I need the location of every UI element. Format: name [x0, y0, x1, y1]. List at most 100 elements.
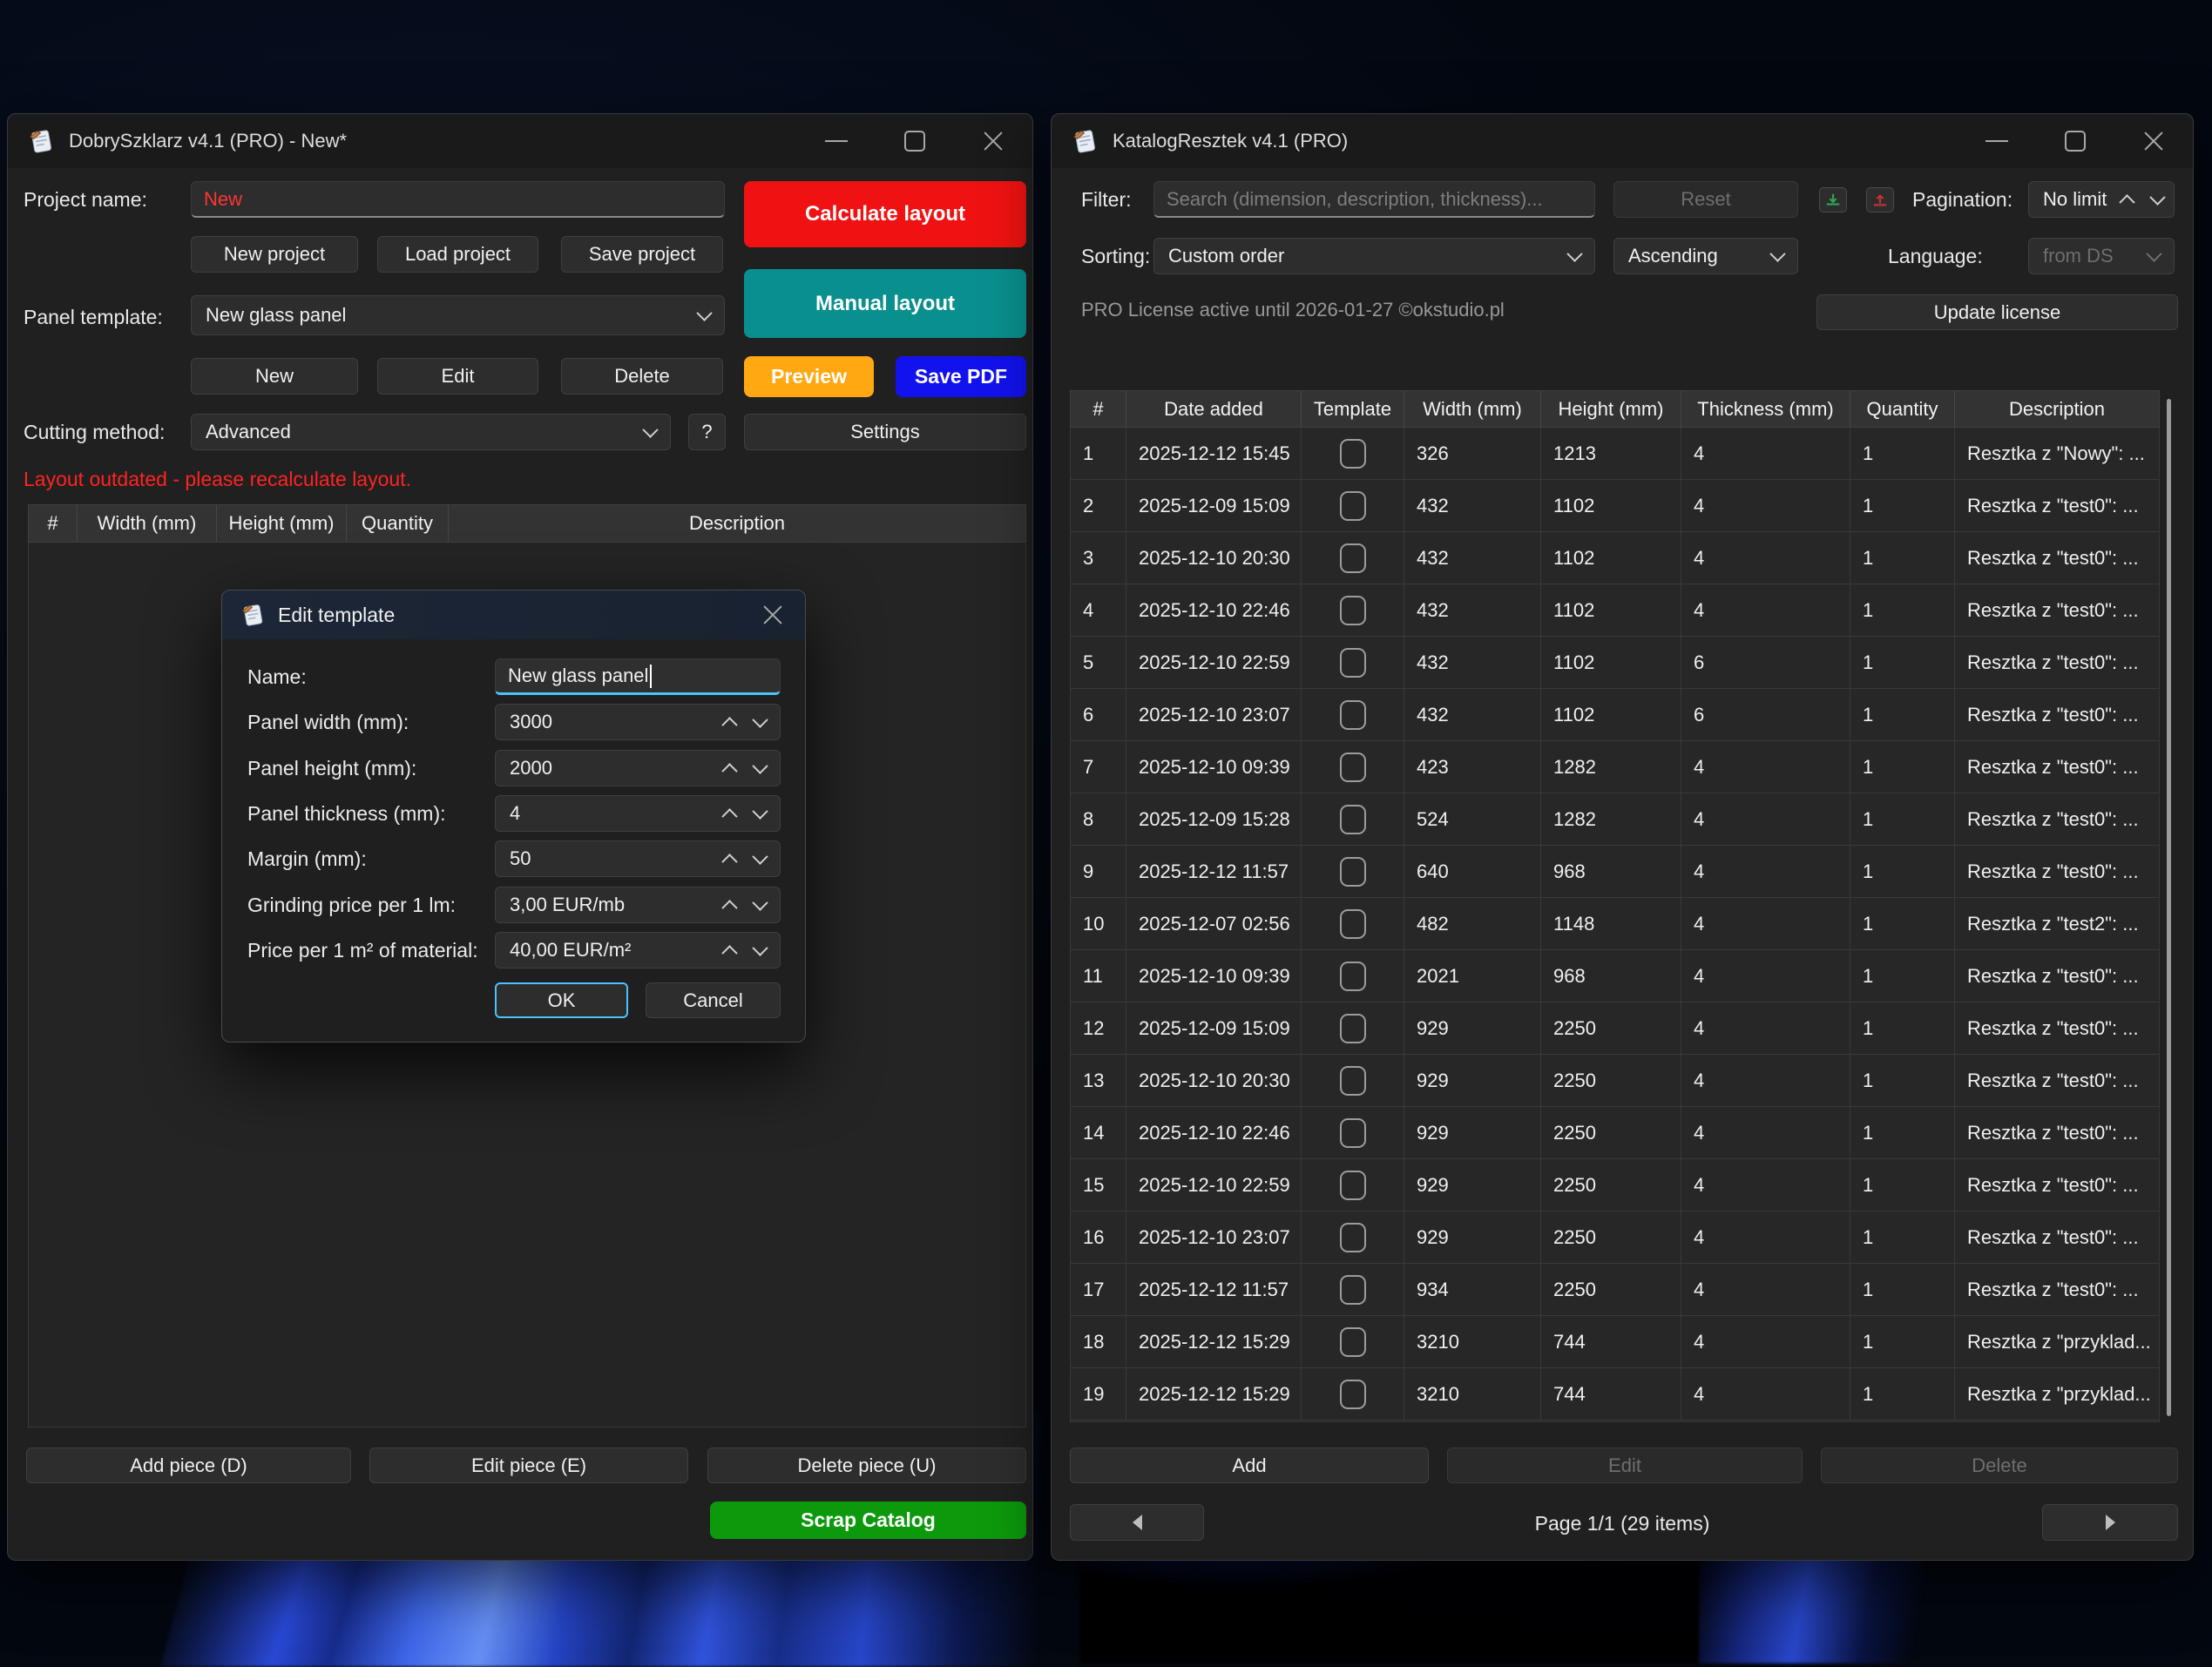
spin-input[interactable]: 2000 [495, 750, 781, 786]
catalog-table-body[interactable]: 12025-12-12 15:45326121341Resztka z "Now… [1070, 428, 2160, 1422]
table-row[interactable]: 162025-12-10 23:07929225041Resztka z "te… [1071, 1211, 2159, 1264]
import-button[interactable] [1819, 187, 1847, 213]
spin-down-icon[interactable] [752, 848, 768, 864]
edit-button[interactable]: Edit [1447, 1448, 1803, 1483]
template-checkbox[interactable] [1340, 491, 1366, 521]
close-button[interactable] [2114, 114, 2193, 168]
help-button[interactable]: ? [688, 414, 726, 450]
delete-piece-button[interactable]: Delete piece (U) [707, 1448, 1026, 1483]
template-checkbox[interactable] [1340, 1327, 1366, 1357]
name-input[interactable]: New glass panel [495, 658, 781, 695]
col-width[interactable]: Width (mm) [78, 505, 217, 542]
template-checkbox[interactable] [1340, 543, 1366, 573]
spin-down-icon[interactable] [2149, 189, 2165, 205]
col-description[interactable]: Description [449, 505, 1025, 542]
col-description[interactable]: Description [1955, 391, 2159, 427]
template-checkbox[interactable] [1340, 439, 1366, 469]
template-delete-button[interactable]: Delete [561, 358, 723, 395]
maximize-button[interactable] [2036, 114, 2114, 168]
template-new-button[interactable]: New [191, 358, 358, 395]
spin-input[interactable]: 50 [495, 840, 781, 877]
dialog-close-button[interactable] [753, 597, 793, 633]
col-width[interactable]: Width (mm) [1404, 391, 1541, 427]
template-checkbox[interactable] [1340, 1223, 1366, 1252]
export-button[interactable] [1866, 187, 1894, 213]
maximize-button[interactable] [876, 114, 954, 168]
col-height[interactable]: Height (mm) [217, 505, 347, 542]
add-piece-button[interactable]: Add piece (D) [26, 1448, 351, 1483]
next-page-button[interactable] [2042, 1504, 2178, 1541]
search-input[interactable]: Search (dimension, description, thicknes… [1153, 181, 1595, 218]
template-edit-button[interactable]: Edit [377, 358, 538, 395]
spin-up-icon[interactable] [2119, 194, 2134, 210]
scrap-catalog-button[interactable]: Scrap Catalog [710, 1502, 1026, 1539]
table-row[interactable]: 102025-12-07 02:56482114841Resztka z "te… [1071, 898, 2159, 950]
template-checkbox[interactable] [1340, 1380, 1366, 1409]
spin-input[interactable]: 40,00 EUR/m² [495, 932, 781, 968]
table-row[interactable]: 22025-12-09 15:09432110241Resztka z "tes… [1071, 480, 2159, 532]
delete-button[interactable]: Delete [1821, 1448, 2178, 1483]
minimize-button[interactable] [1958, 114, 2036, 168]
dialog-titlebar[interactable]: Edit template [222, 591, 805, 639]
table-row[interactable]: 152025-12-10 22:59929225041Resztka z "te… [1071, 1159, 2159, 1211]
table-row[interactable]: 132025-12-10 20:30929225041Resztka z "te… [1071, 1055, 2159, 1107]
panel-template-select[interactable]: New glass panel [191, 295, 725, 335]
vertical-scrollbar[interactable] [2167, 399, 2171, 1416]
preview-button[interactable]: Preview [744, 356, 874, 397]
spin-up-icon[interactable] [721, 717, 737, 732]
table-row[interactable]: 112025-12-10 09:39202196841Resztka z "te… [1071, 950, 2159, 1002]
table-row[interactable]: 92025-12-12 11:5764096841Resztka z "test… [1071, 846, 2159, 898]
col-number[interactable]: # [1071, 391, 1126, 427]
template-checkbox[interactable] [1340, 1171, 1366, 1200]
template-checkbox[interactable] [1340, 962, 1366, 991]
template-checkbox[interactable] [1340, 1275, 1366, 1305]
col-thickness[interactable]: Thickness (mm) [1681, 391, 1850, 427]
reset-button[interactable]: Reset [1613, 181, 1798, 218]
edit-piece-button[interactable]: Edit piece (E) [369, 1448, 688, 1483]
template-checkbox[interactable] [1340, 648, 1366, 678]
cancel-button[interactable]: Cancel [646, 982, 781, 1018]
load-project-button[interactable]: Load project [377, 236, 538, 273]
spin-input[interactable]: 4 [495, 795, 781, 832]
template-checkbox[interactable] [1340, 805, 1366, 834]
table-row[interactable]: 62025-12-10 23:07432110261Resztka z "tes… [1071, 689, 2159, 741]
manual-layout-button[interactable]: Manual layout [744, 269, 1026, 338]
template-checkbox[interactable] [1340, 909, 1366, 939]
template-checkbox[interactable] [1340, 596, 1366, 625]
template-checkbox[interactable] [1340, 753, 1366, 782]
table-row[interactable]: 122025-12-09 15:09929225041Resztka z "te… [1071, 1002, 2159, 1055]
spin-up-icon[interactable] [721, 808, 737, 824]
table-row[interactable]: 192025-12-12 15:29321074441Resztka z "pr… [1071, 1368, 2159, 1421]
direction-select[interactable]: Ascending [1613, 238, 1798, 274]
spin-down-icon[interactable] [752, 894, 768, 910]
col-quantity[interactable]: Quantity [1850, 391, 1955, 427]
col-date-added[interactable]: Date added [1126, 391, 1302, 427]
language-select[interactable]: from DS [2028, 238, 2175, 274]
table-row[interactable]: 32025-12-10 20:30432110241Resztka z "tes… [1071, 532, 2159, 584]
project-name-input[interactable]: New [191, 181, 725, 218]
new-project-button[interactable]: New project [191, 236, 358, 273]
table-row[interactable]: 42025-12-10 22:46432110241Resztka z "tes… [1071, 584, 2159, 637]
settings-button[interactable]: Settings [744, 414, 1026, 450]
minimize-button[interactable] [797, 114, 876, 168]
update-license-button[interactable]: Update license [1816, 294, 2178, 330]
right-titlebar[interactable]: KatalogResztek v4.1 (PRO) [1052, 114, 2193, 169]
spin-input[interactable]: 3,00 EUR/mb [495, 887, 781, 923]
table-row[interactable]: 172025-12-12 11:57934225041Resztka z "te… [1071, 1264, 2159, 1316]
template-checkbox[interactable] [1340, 1118, 1366, 1148]
table-row[interactable]: 72025-12-10 09:39423128241Resztka z "tes… [1071, 741, 2159, 793]
template-checkbox[interactable] [1340, 857, 1366, 887]
pagination-spinner[interactable]: No limit [2028, 181, 2175, 218]
table-row[interactable]: 12025-12-12 15:45326121341Resztka z "Now… [1071, 428, 2159, 480]
spin-down-icon[interactable] [752, 758, 768, 773]
left-titlebar[interactable]: DobrySzklarz v4.1 (PRO) - New* [8, 114, 1032, 169]
spin-up-icon[interactable] [721, 945, 737, 961]
spin-down-icon[interactable] [752, 803, 768, 819]
spin-down-icon[interactable] [752, 712, 768, 727]
template-checkbox[interactable] [1340, 1014, 1366, 1043]
table-row[interactable]: 182025-12-12 15:29321074441Resztka z "pr… [1071, 1316, 2159, 1368]
save-project-button[interactable]: Save project [561, 236, 723, 273]
table-row[interactable]: 142025-12-10 22:46929225041Resztka z "te… [1071, 1107, 2159, 1159]
template-checkbox[interactable] [1340, 700, 1366, 730]
spin-up-icon[interactable] [721, 900, 737, 915]
